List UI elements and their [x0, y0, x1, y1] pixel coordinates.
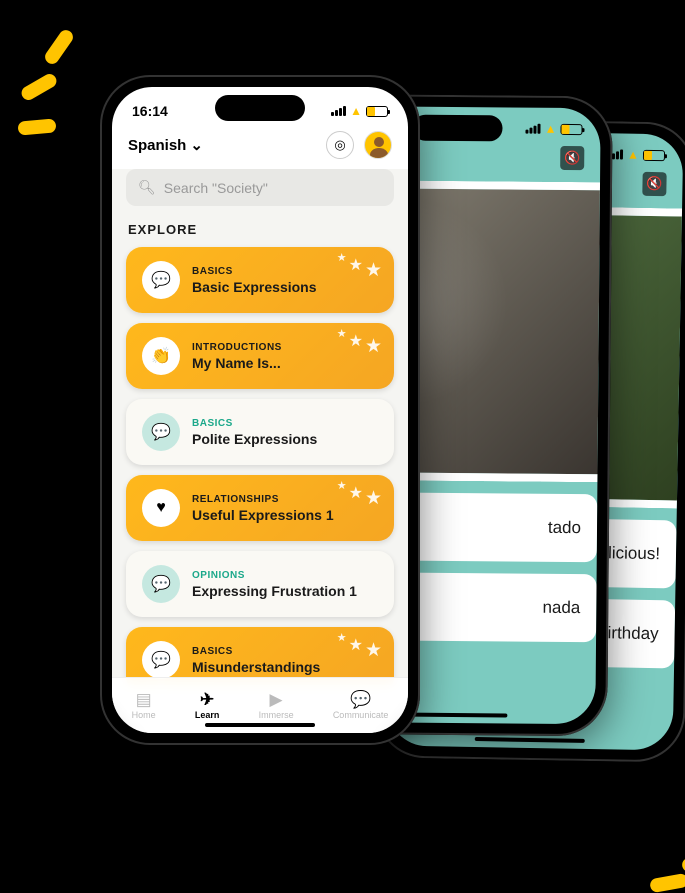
tab-label: Communicate	[333, 710, 389, 720]
lesson-title: My Name Is...	[192, 355, 378, 371]
language-selector[interactable]: Spanish ⌄	[128, 136, 203, 154]
explore-heading: EXPLORE	[128, 222, 392, 237]
status-time: 16:14	[132, 103, 168, 119]
speech-icon: 💬	[142, 261, 180, 299]
home-indicator	[205, 723, 315, 727]
tab-learn[interactable]: ✈ Learn	[195, 691, 220, 720]
mute-icon[interactable]: 🔇	[642, 172, 666, 196]
heart-icon: ♥	[142, 489, 180, 527]
tab-label: Learn	[195, 710, 220, 720]
mute-icon[interactable]: 🔇	[560, 146, 584, 170]
tab-label: Immerse	[259, 710, 294, 720]
speech-icon: 💬	[142, 641, 180, 679]
battery-icon	[366, 106, 388, 117]
home-icon: ▤	[136, 691, 152, 708]
search-input[interactable]: 🔍︎ Search "Society"	[126, 169, 394, 206]
tab-immerse[interactable]: ▶ Immerse	[259, 691, 294, 720]
stars-icon: ★★★	[337, 331, 382, 354]
lesson-title: Polite Expressions	[192, 431, 378, 447]
signal-icon	[331, 106, 346, 116]
wifi-icon: ▲	[350, 104, 362, 118]
lesson-title: Expressing Frustration 1	[192, 583, 378, 599]
stars-icon: ★★★	[337, 483, 382, 506]
wifi-icon: ▲	[627, 148, 639, 162]
lesson-card[interactable]: 💬 BASICS Polite Expressions	[126, 399, 394, 465]
lesson-title: Basic Expressions	[192, 279, 378, 295]
search-placeholder: Search "Society"	[164, 180, 268, 196]
lesson-card[interactable]: ♥RELATIONSHIPSUseful Expressions 1★★★	[126, 475, 394, 541]
phone-mock-front: 16:14 ▲ Spanish ⌄ ◎ 🔍︎ Search "Society"	[100, 75, 420, 745]
wifi-icon: ▲	[545, 122, 557, 136]
battery-icon	[643, 149, 665, 160]
battery-icon	[560, 123, 582, 134]
signal-icon	[526, 124, 541, 134]
tab-label: Home	[132, 710, 156, 720]
learn-icon: ✈	[200, 691, 214, 708]
wave-icon: 👏	[142, 337, 180, 375]
tab-home[interactable]: ▤ Home	[132, 691, 156, 720]
immerse-icon: ▶	[270, 691, 283, 708]
lesson-category: BASICS	[192, 418, 378, 429]
stars-icon: ★★★	[337, 635, 382, 658]
speech-icon: 💬	[142, 413, 180, 451]
target-icon[interactable]: ◎	[326, 131, 354, 159]
lesson-card[interactable]: 👏INTRODUCTIONSMy Name Is...★★★	[126, 323, 394, 389]
communicate-icon: 💬	[350, 691, 371, 708]
search-icon: 🔍︎	[138, 179, 156, 196]
lesson-card[interactable]: 💬BASICSBasic Expressions★★★	[126, 247, 394, 313]
lesson-title: Useful Expressions 1	[192, 507, 378, 523]
tab-communicate[interactable]: 💬 Communicate	[333, 691, 389, 720]
stars-icon: ★★★	[337, 255, 382, 278]
lesson-card[interactable]: 💬 OPINIONS Expressing Frustration 1	[126, 551, 394, 617]
lesson-title: Misunderstandings	[192, 659, 378, 675]
chevron-down-icon: ⌄	[190, 136, 203, 154]
avatar[interactable]	[364, 131, 392, 159]
lesson-category: OPINIONS	[192, 570, 378, 581]
speech-icon: 💬	[142, 565, 180, 603]
